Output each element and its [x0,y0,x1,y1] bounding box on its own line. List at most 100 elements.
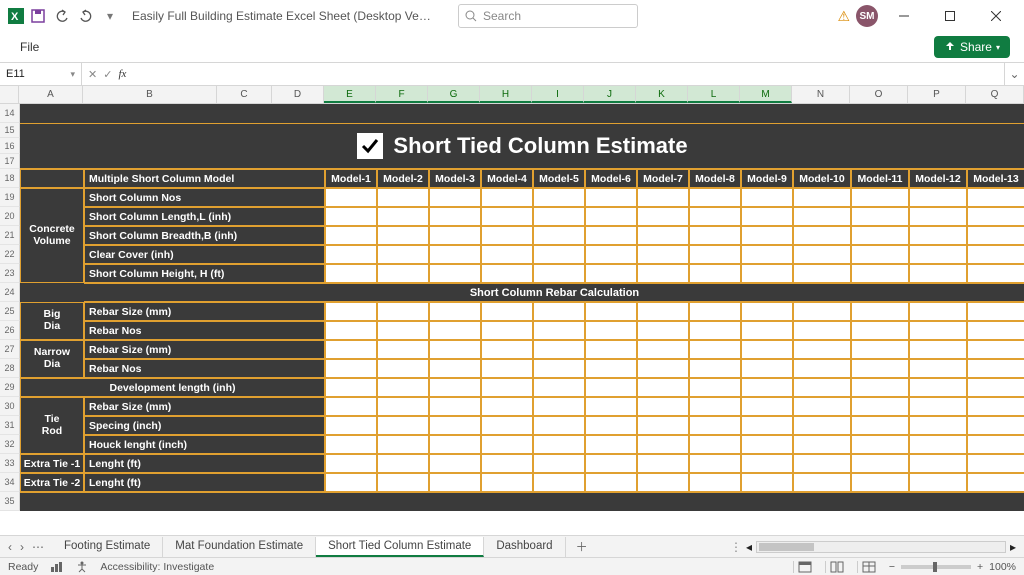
data-cell[interactable] [851,340,909,359]
data-cell[interactable] [533,435,585,454]
row-header[interactable]: 15 [0,123,20,138]
data-cell[interactable] [793,435,851,454]
column-header-A[interactable]: A [19,86,83,103]
data-cell[interactable] [377,321,429,340]
data-cell[interactable] [533,321,585,340]
data-cell[interactable] [325,264,377,283]
zoom-level[interactable]: 100% [989,561,1016,573]
data-cell[interactable] [793,264,851,283]
data-cell[interactable] [429,340,481,359]
data-cell[interactable] [793,226,851,245]
data-cell[interactable] [967,397,1024,416]
data-cell[interactable] [793,416,851,435]
data-cell[interactable] [689,454,741,473]
data-cell[interactable] [377,359,429,378]
data-cell[interactable] [851,321,909,340]
data-cell[interactable] [793,473,851,492]
data-cell[interactable] [793,378,851,397]
save-icon[interactable] [30,8,46,24]
row-header[interactable]: 14 [0,104,20,123]
horizontal-scrollbar[interactable]: ⋮ ◂ ▸ [730,540,1024,554]
data-cell[interactable] [481,264,533,283]
column-header-G[interactable]: G [428,86,480,103]
data-cell[interactable] [533,226,585,245]
enter-formula-icon[interactable]: ✓ [103,68,112,81]
data-cell[interactable] [741,359,793,378]
data-cell[interactable] [741,321,793,340]
page-layout-view-icon[interactable] [825,561,845,573]
column-header-C[interactable]: C [217,86,272,103]
row-header[interactable]: 26 [0,321,20,340]
data-cell[interactable] [741,454,793,473]
data-cell[interactable] [533,416,585,435]
data-cell[interactable] [637,435,689,454]
row-header[interactable]: 16 [0,138,20,154]
column-header-M[interactable]: M [740,86,792,103]
data-cell[interactable] [481,226,533,245]
data-cell[interactable] [909,435,967,454]
data-cell[interactable] [689,264,741,283]
data-cell[interactable] [689,359,741,378]
data-cell[interactable] [689,378,741,397]
data-cell[interactable] [637,397,689,416]
data-cell[interactable] [585,359,637,378]
row-header[interactable]: 30 [0,397,20,416]
data-cell[interactable] [429,188,481,207]
add-sheet-button[interactable]: ＋ [566,538,598,555]
data-cell[interactable] [909,321,967,340]
data-cell[interactable] [585,207,637,226]
data-cell[interactable] [793,454,851,473]
data-cell[interactable] [429,473,481,492]
warning-icon[interactable]: ⚠ [837,8,850,25]
column-header-O[interactable]: O [850,86,908,103]
data-cell[interactable] [851,188,909,207]
data-cell[interactable] [377,378,429,397]
data-cell[interactable] [793,207,851,226]
data-cell[interactable] [851,226,909,245]
data-cell[interactable] [909,359,967,378]
tab-nav-prev-icon[interactable]: ‹ [8,540,12,554]
data-cell[interactable] [533,188,585,207]
data-cell[interactable] [741,302,793,321]
data-cell[interactable] [481,473,533,492]
data-cell[interactable] [429,302,481,321]
data-cell[interactable] [637,473,689,492]
row-header[interactable]: 27 [0,340,20,359]
data-cell[interactable] [967,340,1024,359]
row-header[interactable]: 22 [0,245,20,264]
data-cell[interactable] [585,245,637,264]
data-cell[interactable] [325,454,377,473]
zoom-control[interactable]: − + 100% [889,561,1016,573]
page-break-view-icon[interactable] [857,561,877,573]
data-cell[interactable] [689,245,741,264]
data-cell[interactable] [741,245,793,264]
data-cell[interactable] [533,340,585,359]
data-cell[interactable] [741,207,793,226]
share-button[interactable]: Share ▾ [934,36,1010,58]
maximize-button[interactable] [930,2,970,30]
data-cell[interactable] [967,416,1024,435]
data-cell[interactable] [967,473,1024,492]
data-cell[interactable] [851,359,909,378]
row-header[interactable]: 28 [0,359,20,378]
data-cell[interactable] [481,188,533,207]
data-cell[interactable] [637,340,689,359]
file-tab[interactable]: File [14,36,45,58]
data-cell[interactable] [909,416,967,435]
data-cell[interactable] [481,435,533,454]
data-cell[interactable] [689,435,741,454]
data-cell[interactable] [851,473,909,492]
data-cell[interactable] [325,207,377,226]
data-cell[interactable] [377,473,429,492]
data-cell[interactable] [585,435,637,454]
data-cell[interactable] [967,435,1024,454]
data-cell[interactable] [637,226,689,245]
data-cell[interactable] [325,245,377,264]
data-cell[interactable] [481,397,533,416]
data-cell[interactable] [585,188,637,207]
data-cell[interactable] [585,302,637,321]
data-cell[interactable] [429,226,481,245]
data-cell[interactable] [967,378,1024,397]
data-cell[interactable] [741,473,793,492]
data-cell[interactable] [909,226,967,245]
